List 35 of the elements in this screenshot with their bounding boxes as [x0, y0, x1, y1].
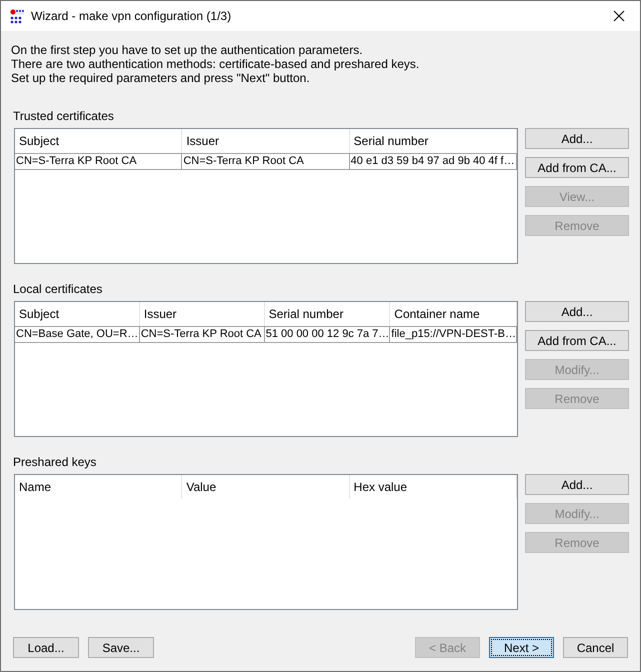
instruction-text: On the first step you have to set up the authentication parameters. [11, 43, 364, 57]
column-header[interactable]: Subject [15, 302, 140, 326]
table-cell: CN=S-Terra KP Root CA [181, 153, 350, 170]
close-icon[interactable] [613, 10, 625, 22]
dialog-button[interactable]: Add... [525, 301, 629, 322]
table-cell: 51 00 00 00 12 9c 7a 7… [264, 326, 390, 343]
app-icon [9, 8, 25, 24]
section-label: Trusted certificates [13, 109, 115, 123]
table-cell: CN=Base Gate, OU=R… [15, 326, 140, 343]
dialog-button[interactable]: Cancel [563, 637, 628, 658]
dialog-button[interactable]: Add from CA... [525, 157, 629, 178]
column-header[interactable]: Name [15, 475, 182, 499]
column-header[interactable]: Serial number [264, 302, 390, 326]
column-header[interactable]: Serial number [350, 129, 517, 153]
dialog-button[interactable]: Add... [525, 474, 629, 495]
column-header[interactable]: Issuer [140, 302, 265, 326]
table-cell: 40 e1 d3 59 b4 97 ad 9b 40 4f f… [348, 153, 517, 170]
column-header[interactable]: Issuer [182, 129, 350, 153]
dialog-button[interactable]: Save... [88, 637, 154, 658]
column-header[interactable]: Hex value [350, 475, 517, 499]
column-header[interactable]: Value [182, 475, 350, 499]
dialog-button[interactable]: Add from CA... [525, 330, 629, 351]
window-title: Wizard - make vpn configuration (1/3) [31, 8, 232, 25]
section-label: Preshared keys [13, 455, 98, 469]
column-header[interactable]: Subject [15, 129, 182, 153]
dialog-button[interactable]: Add... [525, 128, 629, 149]
dialog-button[interactable]: Next > [489, 637, 554, 658]
instruction-text: Set up the required parameters and press "Next" button. [11, 71, 311, 85]
column-header[interactable]: Container name [390, 302, 517, 326]
instruction-text: There are two authentication methods: certificate-based and preshared keys. [11, 57, 420, 71]
table-cell: CN=S-Terra KP Root CA [15, 153, 182, 170]
dialog-button[interactable]: Load... [13, 637, 79, 658]
table-cell: CN=S-Terra KP Root CA [138, 326, 265, 343]
section-label: Local certificates [13, 282, 104, 296]
table-cell: file_p15://VPN-DEST-B… [389, 326, 517, 343]
